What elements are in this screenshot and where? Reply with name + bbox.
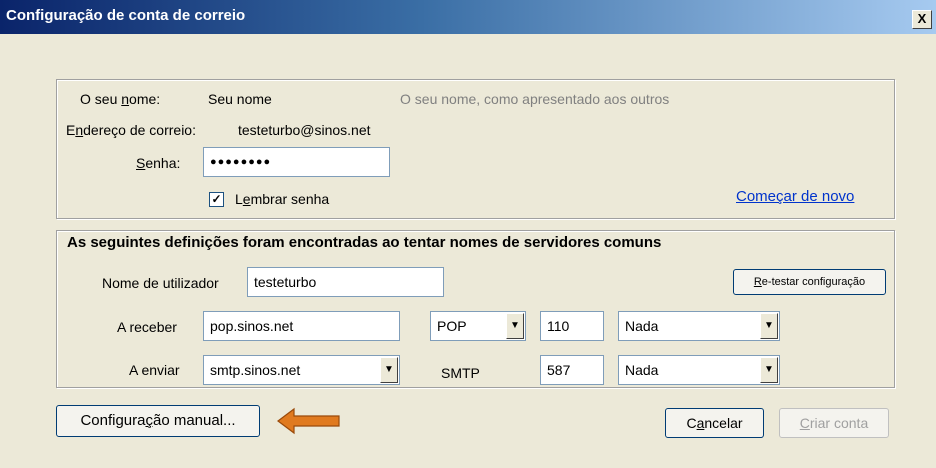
left-arrow-icon: [277, 407, 340, 435]
incoming-label: A receber: [117, 319, 177, 335]
name-value[interactable]: Seu nome: [208, 91, 272, 107]
chevron-down-icon[interactable]: ▼: [506, 313, 524, 339]
manual-config-button[interactable]: Configuração manual...: [56, 405, 260, 437]
create-account-button[interactable]: Criar conta: [779, 408, 889, 438]
username-label: Nome de utilizador: [102, 275, 219, 291]
password-label: Senha:: [136, 155, 181, 171]
remember-password-label: Lembrar senha: [235, 191, 330, 207]
outgoing-label: A enviar: [129, 362, 180, 378]
email-label: Endereço de correio:: [66, 122, 196, 138]
remember-password-checkbox[interactable]: ✓: [209, 192, 224, 207]
email-value[interactable]: testeturbo@sinos.net: [238, 122, 371, 138]
password-field[interactable]: ●●●●●●●●: [203, 147, 390, 177]
incoming-protocol-select[interactable]: POP ▼: [430, 311, 526, 341]
cancel-button[interactable]: Cancelar: [665, 408, 764, 438]
chevron-down-icon[interactable]: ▼: [760, 313, 778, 339]
window-title: Configuração de conta de correio: [6, 7, 246, 24]
name-label: O seu nome:: [80, 91, 161, 107]
chevron-down-icon[interactable]: ▼: [760, 357, 778, 383]
servers-heading: As seguintes definições foram encontrada…: [67, 234, 662, 251]
outgoing-port-field[interactable]: 587: [540, 355, 604, 385]
outgoing-host-select[interactable]: smtp.sinos.net ▼: [203, 355, 400, 385]
incoming-port-field[interactable]: 110: [540, 311, 604, 341]
restart-link[interactable]: Começar de novo: [736, 188, 854, 205]
chevron-down-icon[interactable]: ▼: [380, 357, 398, 383]
dialog-body: O seu nome: Seu nome O seu nome, como ap…: [0, 34, 936, 468]
incoming-host-field[interactable]: pop.sinos.net: [203, 311, 400, 341]
title-bar: Configuração de conta de correio X: [0, 0, 936, 34]
outgoing-security-select[interactable]: Nada ▼: [618, 355, 780, 385]
name-hint: O seu nome, como apresentado aos outros: [400, 91, 670, 107]
outgoing-protocol-label: SMTP: [441, 365, 480, 381]
username-field[interactable]: testeturbo: [247, 267, 444, 297]
close-button[interactable]: X: [912, 10, 932, 29]
retest-config-button[interactable]: Re-testar configuração: [733, 269, 886, 295]
checkmark-icon: ✓: [211, 192, 222, 206]
close-icon: X: [917, 11, 927, 26]
incoming-security-select[interactable]: Nada ▼: [618, 311, 780, 341]
